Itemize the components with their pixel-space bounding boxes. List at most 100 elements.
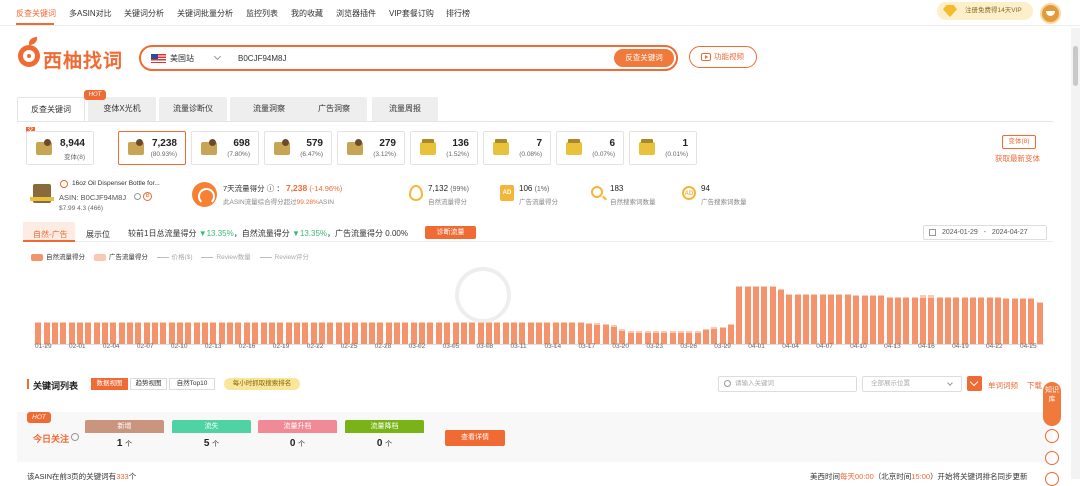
bar-ad[interactable] [844, 294, 851, 295]
bar-natural[interactable] [452, 323, 459, 344]
bar-ad[interactable] [719, 326, 726, 328]
bar-natural[interactable] [828, 294, 835, 344]
help-icon[interactable] [71, 433, 79, 441]
bar-ad[interactable] [761, 286, 768, 287]
legend-review-count[interactable]: Review数量 [201, 254, 251, 261]
bar-ad[interactable] [344, 322, 350, 324]
bar-natural[interactable] [502, 323, 509, 344]
favorite-icon[interactable] [60, 180, 68, 188]
bar-ad[interactable] [377, 322, 384, 324]
bar-natural[interactable] [786, 294, 793, 344]
bar-ad[interactable] [652, 331, 659, 333]
bar-ad[interactable] [360, 322, 367, 324]
bar-ad[interactable] [410, 322, 417, 324]
bar-ad[interactable] [644, 331, 651, 333]
bar-ad[interactable] [452, 322, 459, 324]
bar-natural[interactable] [327, 323, 334, 344]
tab-reverse-keyword[interactable]: 反查关键词 [17, 97, 85, 121]
bar-ad[interactable] [1003, 298, 1010, 299]
bar-ad[interactable] [60, 322, 67, 324]
bar-natural[interactable] [778, 289, 785, 344]
category-card[interactable]: 279 (3.12%) [337, 131, 405, 165]
bar-ad[interactable] [469, 322, 476, 324]
bar-natural[interactable] [1036, 302, 1043, 344]
bar-natural[interactable] [535, 323, 542, 344]
category-card[interactable]: 136 (1.52%) [410, 131, 478, 165]
bar-ad[interactable] [210, 322, 217, 324]
bar-ad[interactable] [736, 286, 743, 287]
bar-natural[interactable] [1011, 298, 1018, 344]
keyword-search-input[interactable]: 请输入关键词 [718, 376, 857, 392]
bar-ad[interactable] [218, 322, 225, 324]
bar-natural[interactable] [268, 323, 275, 344]
bar-natural[interactable] [928, 297, 935, 344]
word-frequency-link[interactable]: 单词词频 [988, 380, 1018, 391]
bar-ad[interactable] [986, 297, 993, 298]
stat-lost-value[interactable]: 5 个 [172, 438, 251, 449]
bar-ad[interactable] [945, 297, 951, 298]
bar-natural[interactable] [335, 323, 342, 344]
bar-natural[interactable] [427, 323, 434, 344]
product-image[interactable] [30, 184, 54, 203]
diagnose-traffic-button[interactable]: 诊断流量 [425, 226, 476, 239]
chevron-down-icon[interactable] [213, 52, 222, 61]
variant-count-button[interactable]: 变体(8) [1002, 135, 1036, 149]
bar-ad[interactable] [135, 322, 142, 324]
bar-natural[interactable] [135, 323, 142, 344]
bar-ad[interactable] [93, 322, 100, 324]
bar-natural[interactable] [302, 323, 309, 344]
nav-batch-analysis[interactable]: 关键词批量分析 [177, 8, 233, 19]
bar-natural[interactable] [344, 323, 350, 344]
bar-natural[interactable] [68, 323, 75, 344]
bar-ad[interactable] [995, 297, 1002, 298]
bar-natural[interactable] [143, 323, 150, 344]
bar-ad[interactable] [602, 323, 609, 326]
bar-ad[interactable] [126, 322, 133, 324]
scrollbar-thumb[interactable] [1073, 46, 1078, 86]
bar-natural[interactable] [160, 323, 167, 344]
bar-ad[interactable] [352, 322, 359, 324]
trend-view-button[interactable]: 趋势视图 [130, 378, 167, 390]
bar-natural[interactable] [460, 323, 467, 344]
bar-natural[interactable] [577, 323, 584, 344]
date-range-picker[interactable]: 2024-01-29 - 2024-04-27 [923, 225, 1047, 240]
position-select[interactable]: 全部展示位置 [862, 376, 962, 392]
site-select[interactable]: 美国站 [170, 53, 194, 64]
bar-ad[interactable] [51, 322, 58, 324]
bar-ad[interactable] [460, 322, 467, 324]
bar-natural[interactable] [118, 323, 125, 344]
bar-natural[interactable] [995, 297, 1002, 344]
bar-ad[interactable] [869, 294, 876, 296]
bar-ad[interactable] [544, 322, 551, 324]
bar-ad[interactable] [811, 294, 818, 295]
bar-natural[interactable] [252, 323, 259, 344]
chart-tab-placement[interactable]: 展示位 [86, 229, 110, 240]
bar-ad[interactable] [836, 294, 843, 295]
bar-natural[interactable] [110, 323, 117, 344]
bar-ad[interactable] [110, 322, 117, 324]
bar-ad[interactable] [970, 297, 977, 298]
bar-natural[interactable] [494, 323, 501, 344]
bar-ad[interactable] [268, 322, 275, 324]
bar-natural[interactable] [394, 323, 401, 344]
bar-ad[interactable] [911, 297, 918, 298]
bar-ad[interactable] [435, 322, 442, 324]
customer-service-icon[interactable] [1045, 429, 1059, 443]
bar-natural[interactable] [869, 295, 876, 344]
bar-natural[interactable] [260, 323, 267, 344]
bar-ad[interactable] [619, 329, 626, 331]
bar-natural[interactable] [711, 328, 718, 344]
bar-natural[interactable] [43, 323, 50, 344]
bar-natural[interactable] [744, 286, 751, 344]
view-details-button[interactable]: 查看详情 [445, 430, 505, 446]
bar-ad[interactable] [369, 322, 376, 324]
get-latest-variants-link[interactable]: 获取最新变体 [995, 153, 1040, 164]
bar-ad[interactable] [285, 322, 292, 324]
bar-ad[interactable] [402, 322, 409, 324]
tab-traffic-insight[interactable]: 流量洞察 [230, 97, 308, 121]
bar-natural[interactable] [85, 323, 92, 344]
bar-ad[interactable] [519, 322, 526, 324]
bar-ad[interactable] [101, 322, 108, 324]
bar-ad[interactable] [118, 322, 125, 324]
bar-natural[interactable] [510, 323, 517, 344]
